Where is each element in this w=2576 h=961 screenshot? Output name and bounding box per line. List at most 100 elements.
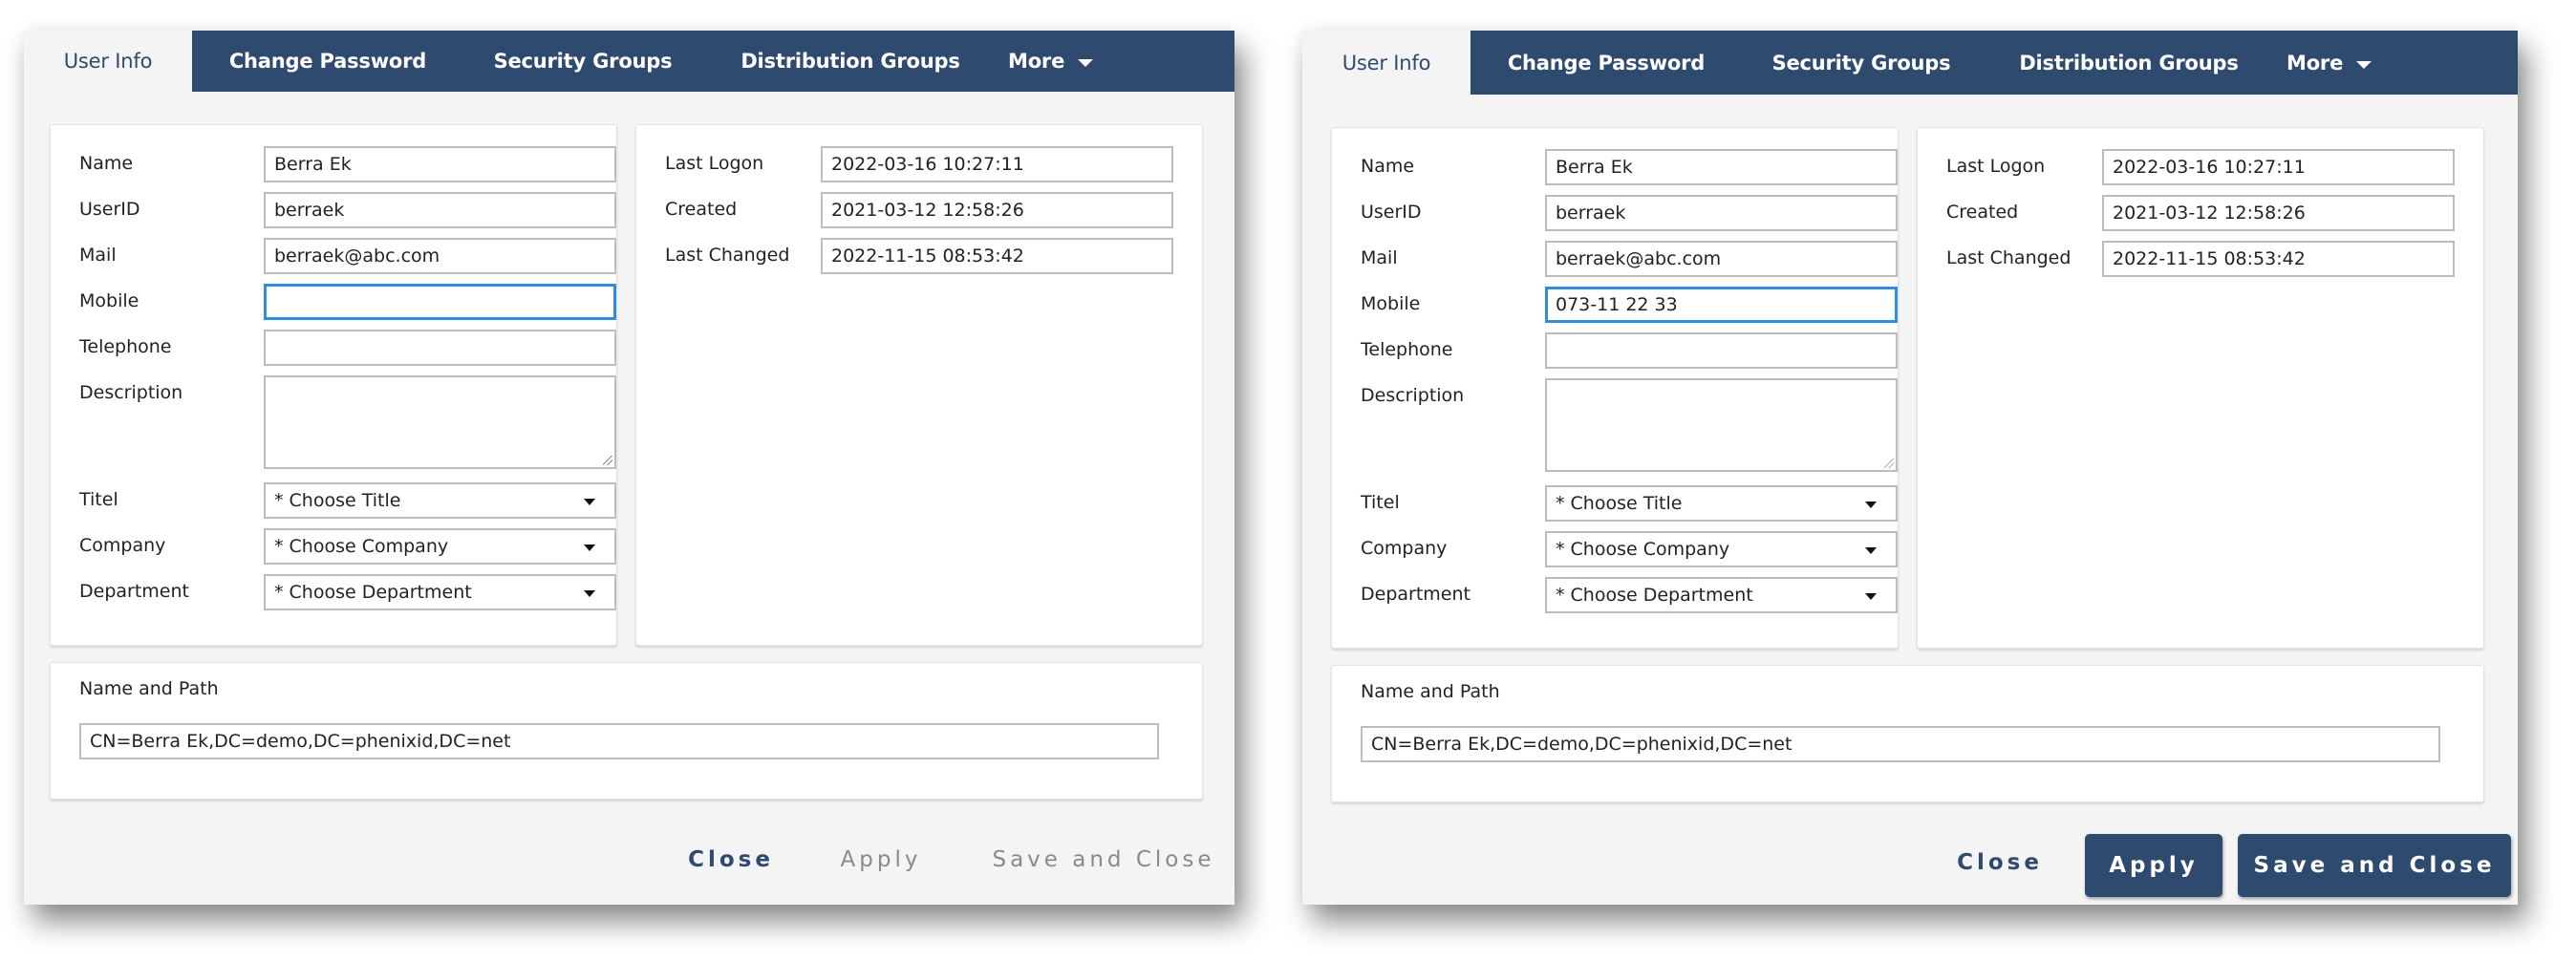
tab-distribution-groups[interactable]: Distribution Groups xyxy=(1981,31,2277,95)
last-logon-row: Last Logon 2022-03-16 10:27:11 xyxy=(665,146,1200,182)
description-row: Description xyxy=(1361,378,1898,472)
user-dialog-after: User Info Change Password Security Group… xyxy=(1302,31,2518,905)
tab-security-groups[interactable]: Security Groups xyxy=(1742,31,1981,95)
apply-button[interactable]: Apply xyxy=(2085,834,2222,897)
department-row: Department * Choose Department xyxy=(1361,577,1898,613)
save-and-close-button[interactable]: Save and Close xyxy=(2238,834,2511,897)
tab-change-password[interactable]: Change Password xyxy=(1470,31,1742,95)
created-label: Created xyxy=(1946,202,2019,223)
tab-user-info[interactable]: User Info xyxy=(1302,31,1470,95)
mail-input[interactable]: berraek@abc.com xyxy=(264,238,616,274)
last-logon-row: Last Logon 2022-03-16 10:27:11 xyxy=(1946,149,2481,185)
title-select[interactable]: * Choose Title xyxy=(1545,485,1898,522)
tab-change-password[interactable]: Change Password xyxy=(192,31,463,92)
tab-label: Distribution Groups xyxy=(2019,51,2239,75)
name-input[interactable]: Berra Ek xyxy=(1545,149,1898,185)
telephone-row: Telephone xyxy=(79,330,616,366)
mail-row: Mail berraek@abc.com xyxy=(79,238,616,274)
company-row: Company * Choose Company xyxy=(1361,531,1898,567)
userid-input[interactable]: berraek xyxy=(264,192,616,228)
department-select-value: * Choose Department xyxy=(274,582,472,603)
tab-security-groups[interactable]: Security Groups xyxy=(463,31,702,92)
telephone-label: Telephone xyxy=(1361,339,1453,360)
account-info-panel: Last Logon 2022-03-16 10:27:11 Created 2… xyxy=(635,124,1203,646)
tab-more[interactable]: More xyxy=(2277,31,2382,95)
company-row: Company * Choose Company xyxy=(79,528,616,565)
last-logon-label: Last Logon xyxy=(1946,156,2046,177)
distinguished-name-field[interactable]: CN=Berra Ek,DC=demo,DC=phenixid,DC=net xyxy=(79,723,1159,759)
tab-more[interactable]: More xyxy=(998,31,1104,92)
description-textarea[interactable] xyxy=(1545,378,1898,472)
tab-bar: User Info Change Password Security Group… xyxy=(1302,31,2518,95)
user-details-panel: Name Berra Ek UserID berraek Mail berrae… xyxy=(50,124,617,646)
userid-input[interactable]: berraek xyxy=(1545,195,1898,231)
department-select[interactable]: * Choose Department xyxy=(1545,577,1898,613)
title-row: Titel * Choose Title xyxy=(79,482,616,519)
apply-button[interactable]: Apply xyxy=(834,847,928,872)
department-select-value: * Choose Department xyxy=(1556,585,1753,606)
mobile-row: Mobile 073-11 22 33 xyxy=(1361,287,1898,323)
resize-handle-icon[interactable] xyxy=(603,456,612,465)
department-select[interactable]: * Choose Department xyxy=(264,574,616,610)
created-row: Created 2021-03-12 12:58:26 xyxy=(665,192,1200,228)
tab-user-info[interactable]: User Info xyxy=(24,31,192,92)
description-label: Description xyxy=(79,382,183,403)
company-label: Company xyxy=(79,535,166,556)
description-row: Description xyxy=(79,375,616,469)
name-and-path-heading: Name and Path xyxy=(79,678,219,699)
save-and-close-button[interactable]: Save and Close xyxy=(984,847,1223,872)
telephone-input[interactable] xyxy=(1545,332,1898,369)
caret-down-icon xyxy=(1865,547,1877,554)
mobile-label: Mobile xyxy=(79,290,140,311)
mobile-label: Mobile xyxy=(1361,293,1421,314)
telephone-row: Telephone xyxy=(1361,332,1898,369)
department-label: Department xyxy=(79,581,189,602)
tab-distribution-groups[interactable]: Distribution Groups xyxy=(702,31,998,92)
name-label: Name xyxy=(79,153,134,174)
tab-bar: User Info Change Password Security Group… xyxy=(24,31,1234,92)
name-and-path-heading: Name and Path xyxy=(1361,681,1500,702)
last-changed-field: 2022-11-15 08:53:42 xyxy=(821,238,1173,274)
company-select[interactable]: * Choose Company xyxy=(264,528,616,565)
close-button[interactable]: Close xyxy=(1952,850,2048,875)
department-row: Department * Choose Department xyxy=(79,574,616,610)
department-label: Department xyxy=(1361,584,1470,605)
userid-label: UserID xyxy=(79,199,140,220)
telephone-input[interactable] xyxy=(264,330,616,366)
last-changed-field: 2022-11-15 08:53:42 xyxy=(2102,241,2455,277)
name-input[interactable]: Berra Ek xyxy=(264,146,616,182)
tab-label: Change Password xyxy=(1507,51,1706,75)
name-label: Name xyxy=(1361,156,1415,177)
mobile-input[interactable]: 073-11 22 33 xyxy=(1545,287,1898,323)
company-select[interactable]: * Choose Company xyxy=(1545,531,1898,567)
last-changed-label: Last Changed xyxy=(665,245,790,266)
last-logon-field: 2022-03-16 10:27:11 xyxy=(821,146,1173,182)
created-field: 2021-03-12 12:58:26 xyxy=(821,192,1173,228)
last-logon-label: Last Logon xyxy=(665,153,764,174)
description-textarea[interactable] xyxy=(264,375,616,469)
mobile-input[interactable] xyxy=(264,284,616,320)
account-info-panel: Last Logon 2022-03-16 10:27:11 Created 2… xyxy=(1917,127,2484,649)
caret-down-icon xyxy=(1078,59,1094,67)
name-row: Name Berra Ek xyxy=(1361,149,1898,185)
last-changed-row: Last Changed 2022-11-15 08:53:42 xyxy=(1946,241,2481,277)
tab-label: Security Groups xyxy=(493,50,673,73)
mobile-row: Mobile xyxy=(79,284,616,320)
distinguished-name-field[interactable]: CN=Berra Ek,DC=demo,DC=phenixid,DC=net xyxy=(1361,726,2440,762)
caret-down-icon xyxy=(1865,502,1877,508)
title-label: Titel xyxy=(79,489,118,510)
close-button[interactable]: Close xyxy=(685,847,777,872)
caret-down-icon xyxy=(584,545,595,551)
resize-handle-icon[interactable] xyxy=(1884,459,1894,468)
userid-label: UserID xyxy=(1361,202,1422,223)
title-select[interactable]: * Choose Title xyxy=(264,482,616,519)
tab-label: More xyxy=(2286,51,2344,75)
mail-row: Mail berraek@abc.com xyxy=(1361,241,1898,277)
user-dialog-before: User Info Change Password Security Group… xyxy=(24,31,1234,905)
mail-label: Mail xyxy=(1361,247,1398,268)
last-logon-field: 2022-03-16 10:27:11 xyxy=(2102,149,2455,185)
tab-label: Change Password xyxy=(228,50,427,73)
userid-row: UserID berraek xyxy=(79,192,616,228)
tab-label: Security Groups xyxy=(1771,51,1951,75)
mail-input[interactable]: berraek@abc.com xyxy=(1545,241,1898,277)
